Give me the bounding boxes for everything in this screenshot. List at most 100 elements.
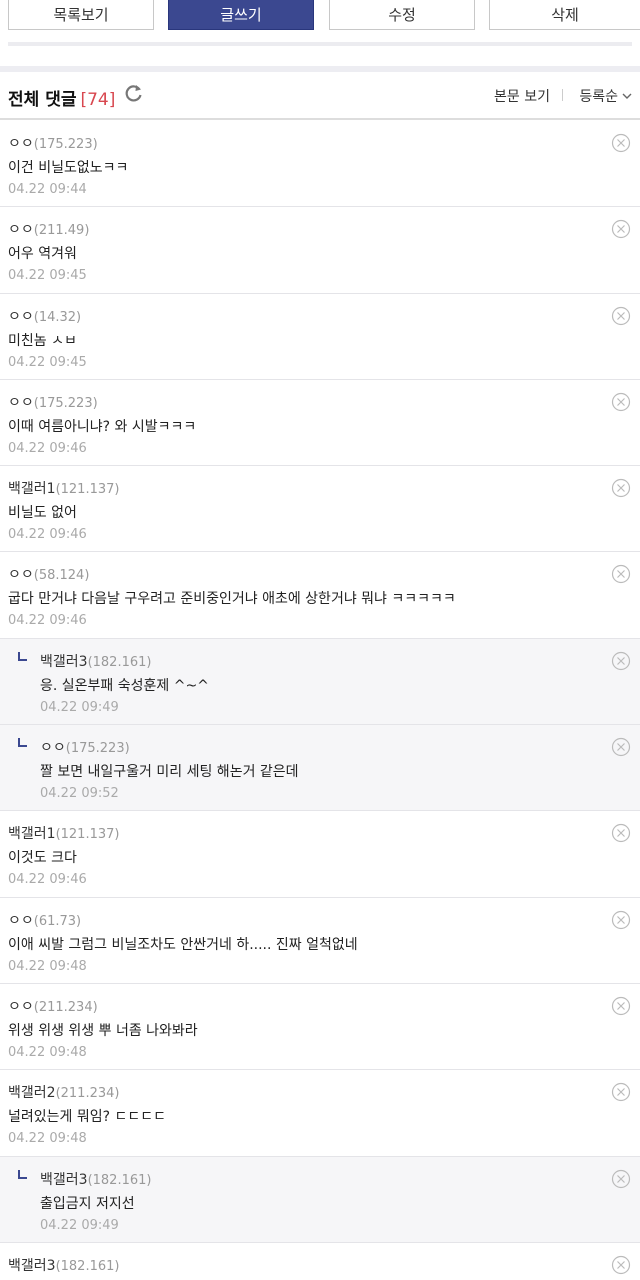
author-name[interactable]: ㅇㅇ bbox=[8, 913, 34, 929]
comment-author: ㅇㅇ(211.49) bbox=[8, 219, 89, 239]
comment-author: ㅇㅇ(58.124) bbox=[8, 564, 89, 584]
delete-comment-icon[interactable] bbox=[611, 651, 631, 671]
comment-item: ㅇㅇ(14.32) 미친놈 ㅅㅂ 04.22 09:45 bbox=[0, 294, 640, 380]
comment-date: 04.22 09:49 bbox=[40, 1217, 119, 1233]
author-ip: (61.73) bbox=[33, 913, 82, 929]
divider bbox=[8, 42, 632, 46]
author-name[interactable]: 백갤러3 bbox=[40, 654, 88, 670]
author-ip: (58.124) bbox=[33, 568, 90, 584]
comment-author: ㅇㅇ(175.223) bbox=[40, 737, 130, 757]
reply-arrow-icon bbox=[18, 1169, 27, 1179]
author-ip: (121.137) bbox=[55, 827, 120, 843]
comment-text: 이애 씨발 그럼그 비닐조차도 안싼거네 하..... 진짜 얼척없네 bbox=[8, 936, 358, 953]
reply-arrow-icon bbox=[18, 651, 27, 661]
comment-item: ㅇㅇ(175.223) 이때 여름아니냐? 와 시발ㅋㅋㅋ 04.22 09:46 bbox=[0, 380, 640, 467]
comment-author: ㅇㅇ(61.73) bbox=[8, 910, 81, 930]
comment-author: 백갤러3(182.161) bbox=[40, 1169, 151, 1189]
comment-text: 출입금지 저지선 bbox=[40, 1195, 135, 1212]
delete-comment-icon[interactable] bbox=[611, 1255, 631, 1275]
comment-item: 백갤러2(211.234) 널려있는게 뭐임? ㄷㄷㄷㄷ 04.22 09:48 bbox=[0, 1070, 640, 1157]
comment-text: 응. 실온부패 숙성훈제 ^~^ bbox=[40, 677, 209, 694]
author-name[interactable]: 백갤러3 bbox=[8, 1258, 56, 1274]
reply-item: 백갤러3(182.161) 출입금지 저지선 04.22 09:49 bbox=[0, 1156, 640, 1243]
comment-author: 백갤러2(211.234) bbox=[8, 1082, 119, 1102]
comment-date: 04.22 09:52 bbox=[40, 786, 119, 802]
comment-date: 04.22 09:49 bbox=[40, 699, 119, 715]
author-name[interactable]: ㅇㅇ bbox=[8, 222, 34, 238]
comment-item: 백갤러3(182.161) bbox=[0, 1243, 640, 1280]
comment-item: ㅇㅇ(61.73) 이애 씨발 그럼그 비닐조차도 안싼거네 하..... 진짜 … bbox=[0, 898, 640, 984]
comment-text: 굽다 만거냐 다음날 구우려고 준비중인거냐 애초에 상한거냐 뭐냐 ㅋㅋㅋㅋㅋ bbox=[8, 591, 456, 608]
comment-item: ㅇㅇ(211.234) 위생 위생 위생 뿌 너좀 나와봐라 04.22 09:48 bbox=[0, 984, 640, 1071]
comment-text: 위생 위생 위생 뿌 너좀 나와봐라 bbox=[8, 1022, 198, 1039]
comment-author: 백갤러3(182.161) bbox=[8, 1255, 119, 1275]
author-ip: (182.161) bbox=[55, 1258, 120, 1274]
comment-date: 04.22 09:46 bbox=[8, 440, 87, 456]
write-button[interactable]: 글쓰기 bbox=[168, 0, 314, 30]
author-name[interactable]: ㅇㅇ bbox=[8, 395, 34, 411]
author-ip: (175.223) bbox=[33, 137, 98, 152]
reply-item: ㅇㅇ(175.223) 짤 보면 내일구울거 미리 세팅 해논거 같은데 04.22… bbox=[0, 725, 640, 812]
comment-text: 이것도 크다 bbox=[8, 850, 77, 867]
comment-text: 비닐도 없어 bbox=[8, 505, 77, 522]
delete-comment-icon[interactable] bbox=[611, 306, 631, 326]
list-button[interactable]: 목록보기 bbox=[8, 0, 154, 30]
comment-date: 04.22 09:48 bbox=[8, 1131, 87, 1147]
delete-comment-icon[interactable] bbox=[611, 737, 631, 757]
comment-author: ㅇㅇ(175.223) bbox=[8, 392, 98, 412]
view-body-link[interactable]: 본문 보기 bbox=[494, 86, 550, 106]
delete-comment-icon[interactable] bbox=[611, 133, 631, 153]
delete-comment-icon[interactable] bbox=[611, 910, 631, 930]
comment-author: ㅇㅇ(211.234) bbox=[8, 996, 98, 1016]
sort-dropdown[interactable]: 등록순 bbox=[579, 86, 632, 106]
comment-count: [74] bbox=[80, 90, 116, 110]
author-name[interactable]: 백갤러3 bbox=[40, 1172, 88, 1188]
author-name[interactable]: ㅇㅇ bbox=[8, 999, 34, 1015]
author-name[interactable]: 백갤러2 bbox=[8, 1085, 56, 1101]
comment-author: 백갤러1(121.137) bbox=[8, 823, 119, 843]
author-name[interactable]: ㅇㅇ bbox=[8, 136, 34, 152]
author-name[interactable]: ㅇㅇ bbox=[8, 567, 34, 583]
comment-date: 04.22 09:46 bbox=[8, 613, 87, 629]
comments-title-text: 전체 댓글 bbox=[8, 90, 77, 110]
author-ip: (175.223) bbox=[33, 395, 98, 411]
comment-item: ㅇㅇ(175.223) 이건 비닐도없노ㅋㅋ 04.22 09:44 bbox=[0, 121, 640, 208]
author-ip: (211.234) bbox=[33, 999, 98, 1015]
comment-date: 04.22 09:44 bbox=[8, 182, 87, 197]
author-name[interactable]: 백갤러1 bbox=[8, 826, 56, 842]
author-name[interactable]: 백갤러1 bbox=[8, 481, 56, 497]
comment-text: 어우 역겨워 bbox=[8, 246, 77, 263]
author-ip: (14.32) bbox=[33, 309, 82, 325]
delete-comment-icon[interactable] bbox=[611, 478, 631, 498]
comment-text: 이때 여름아니냐? 와 시발ㅋㅋㅋ bbox=[8, 418, 197, 435]
author-name[interactable]: ㅇㅇ bbox=[40, 740, 66, 756]
author-ip: (175.223) bbox=[65, 741, 130, 757]
delete-comment-icon[interactable] bbox=[611, 996, 631, 1016]
delete-comment-icon[interactable] bbox=[611, 564, 631, 584]
comment-date: 04.22 09:46 bbox=[8, 527, 87, 543]
author-ip: (121.137) bbox=[55, 482, 120, 498]
delete-button[interactable]: 삭제 bbox=[489, 0, 640, 30]
comment-text: 미친놈 ㅅㅂ bbox=[8, 332, 77, 349]
comment-item: 백갤러1(121.137) 비닐도 없어 04.22 09:46 bbox=[0, 466, 640, 553]
reply-item: 백갤러3(182.161) 응. 실온부패 숙성훈제 ^~^ 04.22 09:49 bbox=[0, 638, 640, 726]
author-ip: (182.161) bbox=[87, 1172, 152, 1188]
author-ip: (211.234) bbox=[55, 1086, 120, 1102]
top-button-bar: 목록보기 글쓰기 수정 삭제 bbox=[0, 0, 640, 38]
delete-comment-icon[interactable] bbox=[611, 1169, 631, 1189]
delete-comment-icon[interactable] bbox=[611, 1082, 631, 1102]
delete-comment-icon[interactable] bbox=[611, 219, 631, 239]
sort-label: 등록순 bbox=[579, 89, 618, 105]
reply-arrow-icon bbox=[18, 738, 27, 748]
delete-comment-icon[interactable] bbox=[611, 392, 631, 412]
comment-date: 04.22 09:46 bbox=[8, 872, 87, 888]
comment-author: 백갤러3(182.161) bbox=[40, 651, 151, 671]
comment-date: 04.22 09:45 bbox=[8, 354, 87, 370]
comment-text: 이건 비닐도없노ㅋㅋ bbox=[8, 160, 129, 176]
comment-author: ㅇㅇ(175.223) bbox=[8, 133, 98, 153]
author-name[interactable]: ㅇㅇ bbox=[8, 309, 34, 325]
edit-button[interactable]: 수정 bbox=[329, 0, 475, 30]
delete-comment-icon[interactable] bbox=[611, 823, 631, 843]
author-ip: (182.161) bbox=[87, 654, 152, 670]
refresh-icon[interactable] bbox=[124, 83, 144, 103]
